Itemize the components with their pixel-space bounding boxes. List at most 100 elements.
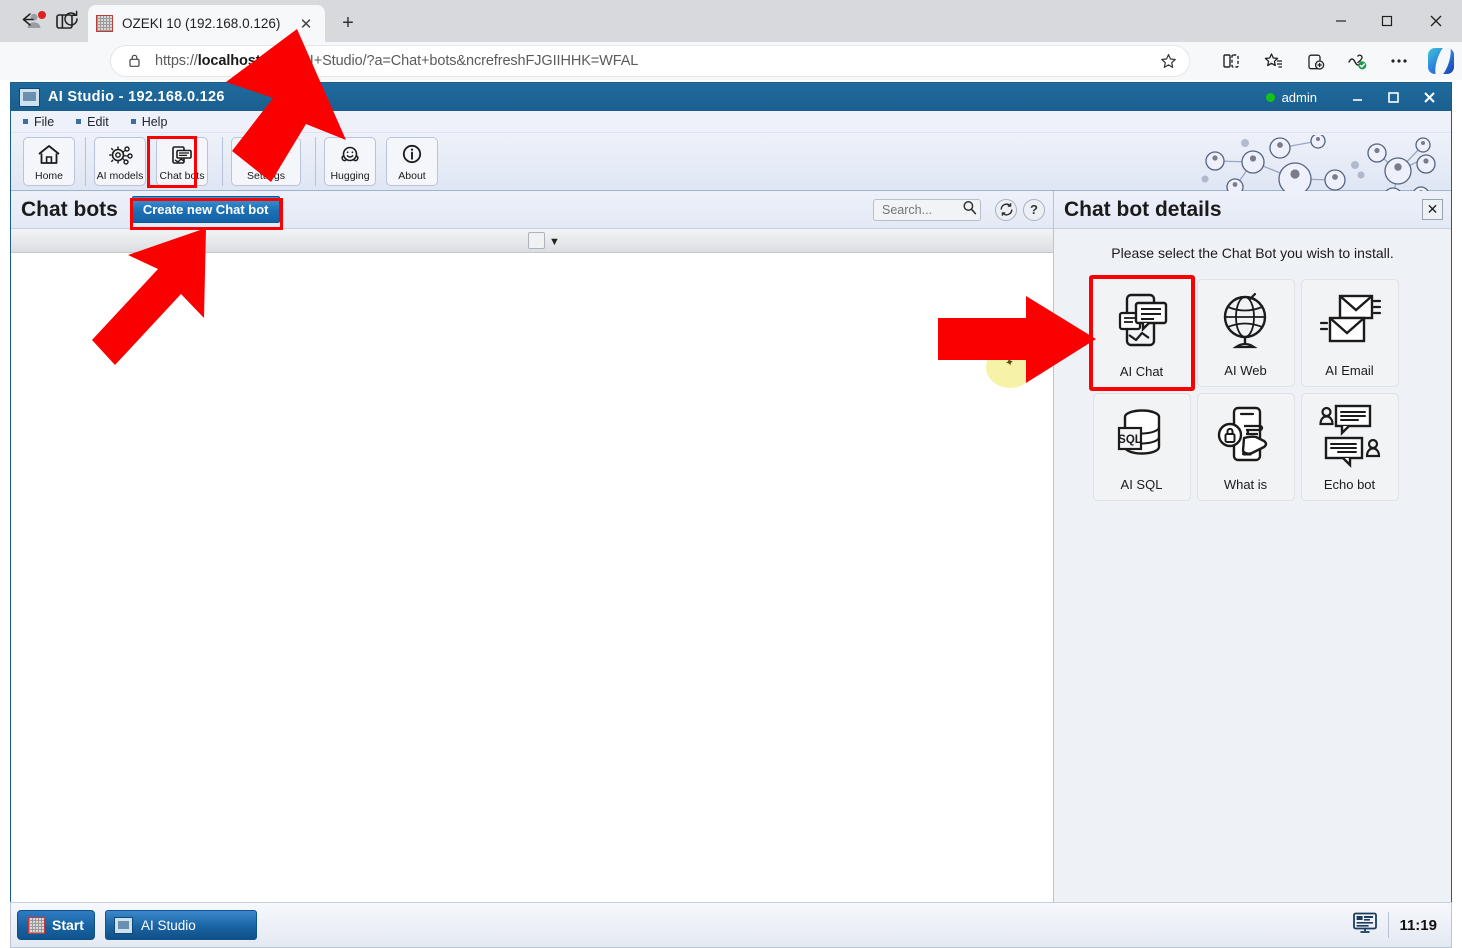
ribbon-button-chat-bots[interactable]: Chat bots [156,137,208,186]
ribbon-separator [315,137,316,186]
ozeki-favicon [96,15,113,32]
ribbon-separator [222,137,223,186]
url-text: https://localhost:9520/AI+Studio/?a=Chat… [155,53,639,69]
menu-help-label: Help [141,114,168,129]
ribbon-button-settings[interactable]: Settings [231,137,301,186]
ribbon-label-hugging: Hugging [330,170,370,182]
taskbar-item-label: AI Studio [141,917,196,933]
ai-studio-window: AI Studio - 192.168.0.126 admin File Edi… [10,82,1452,948]
browser-maximize-button[interactable] [1364,0,1410,42]
taskbar-item-ai-studio[interactable]: AI Studio [105,910,257,940]
ribbon-label-home: Home [34,170,63,182]
echo-chat-icon [1318,404,1382,473]
help-icon[interactable]: ? [1023,198,1045,221]
split-screen-icon[interactable] [1210,45,1252,77]
ozeki-start-icon [28,916,46,934]
bot-tile-ai-chat[interactable]: AI Chat [1088,275,1195,391]
bot-label-ai-sql: AI SQL [1120,477,1163,492]
hugging-face-icon [337,143,363,169]
browser-essentials-icon[interactable] [1336,45,1378,77]
bot-tile-ai-web[interactable]: AI Web [1196,279,1295,387]
close-icon[interactable]: ✕ [295,13,317,35]
browser-tab-strip: OZEKI 10 (192.168.0.126) ✕ + [0,0,1462,42]
lock-icon [127,53,143,69]
globe-icon [1214,290,1278,359]
bot-tile-what-is[interactable]: What is [1196,393,1295,501]
page-title: Chat bots [21,197,118,221]
app-maximize-button[interactable] [1375,84,1411,110]
back-button[interactable] [14,7,40,31]
favorite-star-icon[interactable] [1157,50,1179,72]
new-tab-button[interactable]: + [334,10,362,36]
ribbon-label-ai-models: AI models [96,170,144,182]
bot-tile-echo-bot[interactable]: Echo bot [1300,393,1399,501]
reload-button[interactable] [58,7,84,31]
bot-type-grid: AI Chat AI Web AI Email SQL AI SQL What … [1088,275,1413,501]
database-icon: SQL [1110,404,1174,473]
bot-tile-ai-email[interactable]: AI Email [1300,279,1399,387]
browser-close-button[interactable] [1410,0,1462,42]
ribbon-label-about: About [398,170,426,182]
start-label: Start [52,917,84,933]
select-all-checkbox[interactable] [528,232,545,249]
email-icon [1318,290,1382,359]
home-icon [36,143,62,169]
address-bar[interactable]: https://localhost:9520/AI+Studio/?a=Chat… [110,45,1190,77]
menu-help[interactable]: Help [130,114,168,129]
taskbar: Start AI Studio 11:19 [10,902,1452,948]
status-online-dot [1265,92,1275,102]
chat-bots-list-pane: Chat bots Create new Chat bot ? [11,191,1054,948]
screen-root: OZEKI 10 (192.168.0.126) ✕ + https://loc… [0,0,1462,948]
search-input-wrapper[interactable] [873,198,981,221]
app-minimize-button[interactable] [1339,84,1375,110]
bullet-icon [130,119,136,124]
details-title: Chat bot details [1064,197,1222,221]
create-new-chat-bot-button[interactable]: Create new Chat bot [131,196,280,223]
bullet-icon [23,119,28,124]
menu-edit[interactable]: Edit [76,115,109,129]
browser-tab[interactable]: OZEKI 10 (192.168.0.126) ✕ [88,5,325,42]
settings-more-icon[interactable] [1378,45,1420,77]
ribbon-button-hugging[interactable]: Hugging [324,137,376,186]
tray-separator [1388,912,1390,938]
menu-file-label: File [34,114,55,129]
tab-title: OZEKI 10 (192.168.0.126) [122,16,281,31]
bot-label-ai-web: AI Web [1224,363,1267,378]
copilot-icon[interactable] [1420,45,1462,77]
ribbon-button-about[interactable]: About [386,137,438,186]
gear-network-icon [107,143,133,169]
chatbot-printer-icon [169,143,195,169]
ribbon-button-home[interactable]: Home [23,137,75,186]
app-body: Chat bots Create new Chat bot ? [11,191,1451,948]
menu-edit-label: Edit [87,114,109,129]
app-title: AI Studio - 192.168.0.126 [48,89,225,105]
info-icon [399,143,425,169]
menu-file[interactable]: File [23,115,54,129]
chevron-down-icon[interactable]: ▼ [549,236,560,248]
bot-label-ai-email: AI Email [1325,363,1374,378]
chat-bot-details-header: Chat bot details ✕ [1054,191,1451,229]
bot-label-ai-chat: AI Chat [1119,364,1164,379]
ai-studio-icon [19,87,40,107]
ribbon-label-chat-bots: Chat bots [159,170,205,182]
details-instruction: Please select the Chat Bot you wish to i… [1111,245,1394,261]
start-button[interactable]: Start [17,910,95,940]
close-details-button[interactable]: ✕ [1422,199,1443,220]
search-input[interactable] [882,202,962,217]
search-icon[interactable] [962,200,977,220]
ribbon-separator [85,137,86,186]
browser-minimize-button[interactable] [1318,0,1364,42]
refresh-icon[interactable] [995,198,1017,221]
chat-bots-pane-header: Chat bots Create new Chat bot ? [11,191,1053,229]
ai-chat-icon [1110,289,1174,358]
collections-icon[interactable] [1294,45,1336,77]
ribbon-button-ai-models[interactable]: AI models [94,137,146,186]
favorites-icon[interactable] [1252,45,1294,77]
ribbon-label-settings: Settings [247,170,285,182]
app-close-button[interactable] [1411,84,1447,110]
display-tray-icon[interactable] [1352,911,1378,940]
clock: 11:19 [1399,916,1437,934]
svg-text:SQL: SQL [1118,434,1142,446]
bot-label-what-is: What is [1223,477,1268,492]
bot-tile-ai-sql[interactable]: SQL AI SQL [1092,393,1191,501]
